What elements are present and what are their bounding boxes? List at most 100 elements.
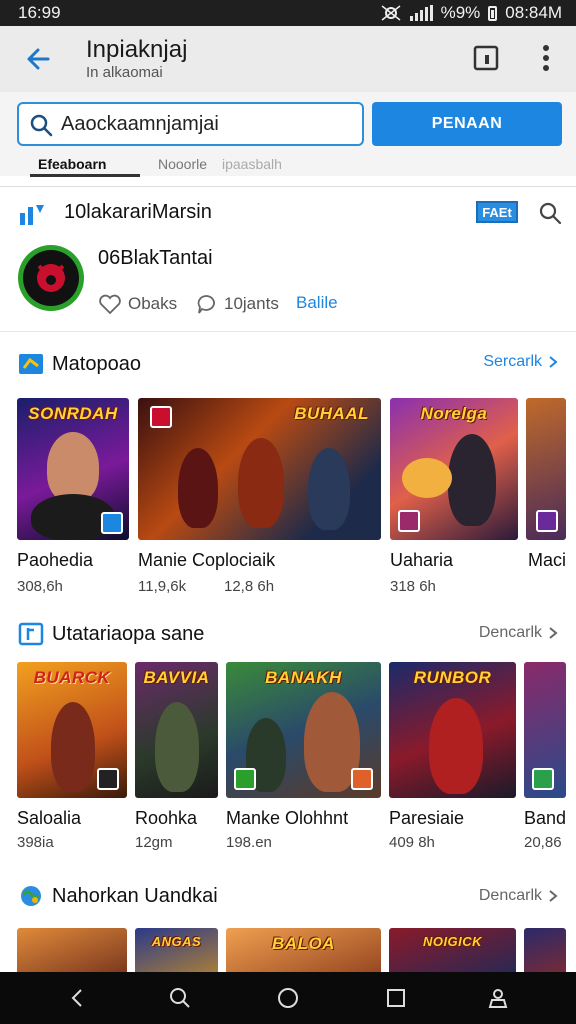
channel-link[interactable]: Balile [296, 293, 338, 313]
game-tile[interactable]: BUHAAL [138, 398, 381, 540]
system-nav-bar [0, 972, 576, 1024]
section-more-label: Sercarlk [483, 353, 542, 370]
tile-meta: 198.en [226, 834, 272, 851]
tab-1[interactable]: Efeaboarn [38, 156, 106, 172]
featured-icon [19, 354, 43, 374]
avatar[interactable] [18, 245, 84, 311]
tile-meta: 409 8h [389, 834, 435, 851]
avatar-logo-icon [37, 264, 65, 292]
comment-label: 10jants [224, 294, 279, 313]
comment-action[interactable]: 10jants [196, 293, 279, 315]
tile-badge [351, 768, 373, 790]
globe-icon [21, 886, 41, 906]
more-vert-icon[interactable] [532, 42, 560, 74]
section-popular: Utatariaopa sane Dencarlk BUARCK BAVVIA … [0, 612, 576, 862]
section-featured: Matopoao Sercarlk SONRDAH BUHAAL Norelga… [0, 338, 576, 604]
game-tile[interactable] [524, 662, 566, 798]
tile-banner: BAVVIA [143, 668, 210, 687]
section-title: Utatariaopa sane [52, 623, 205, 645]
tab-row: Efeaboarn Nooorle ipaasbalh [0, 152, 576, 177]
like-label: Obaks [128, 294, 178, 313]
cast-window-icon[interactable] [472, 44, 500, 72]
tile-title: Paohedia [17, 550, 94, 570]
channel-icon [20, 205, 44, 225]
channel-name: 10lakarariMarsin [64, 201, 212, 223]
section-more-link[interactable]: Dencarlk [479, 624, 558, 642]
like-action[interactable]: Obaks [98, 293, 177, 315]
game-tile[interactable]: BUARCK [17, 662, 127, 798]
game-tile[interactable] [17, 928, 127, 972]
game-tile[interactable]: BALOA [226, 928, 381, 972]
channel-card: 10lakarariMarsin FAEt 06BlakTantai Obaks… [0, 186, 576, 332]
battery-icon [488, 5, 498, 21]
nav-home-icon[interactable] [276, 986, 300, 1010]
status-bar: 16:99 %9% 08:84M [0, 0, 576, 26]
tile-badge [398, 510, 420, 532]
nav-search-icon[interactable] [168, 986, 192, 1010]
tile-meta: 398ia [17, 834, 54, 851]
tile-title: Roohka [135, 808, 198, 828]
chevron-right-icon [549, 356, 558, 368]
search-input[interactable] [61, 109, 356, 139]
tile-title: Paresiaie [389, 808, 465, 828]
tile-banner: BUHAAL [294, 404, 369, 423]
game-tile[interactable]: Norelga [390, 398, 518, 540]
tile-badge [101, 512, 123, 534]
game-tile[interactable]: BANAKH [226, 662, 381, 798]
search-icon [30, 114, 53, 137]
tile-banner: RUNBOR [413, 668, 492, 687]
tile-banner: ANGAS [151, 934, 202, 949]
page-subtitle: In alkaomai [86, 64, 163, 81]
nav-profile-icon[interactable] [486, 986, 510, 1010]
tile-banner: BALOA [272, 934, 335, 953]
game-tile[interactable]: BAVVIA [135, 662, 218, 798]
section-title: Matopoao [52, 353, 141, 375]
back-arrow-icon[interactable] [22, 42, 56, 76]
section-more-link[interactable]: Dencarlk [479, 887, 558, 905]
user-name: 06BlakTantai [98, 247, 213, 269]
tile-meta: 11,9,6k [138, 578, 187, 595]
tab-2[interactable]: Nooorle [158, 156, 207, 172]
battery-percent: %9% [440, 3, 481, 22]
tile-title: Uaharia [390, 550, 454, 570]
nav-recents-icon[interactable] [384, 986, 408, 1010]
heart-icon [99, 294, 121, 315]
settings-status-icon [381, 5, 401, 21]
game-tile[interactable]: ANGAS [135, 928, 218, 972]
tile-badge [150, 406, 172, 428]
game-tile[interactable]: NOIGICK [389, 928, 516, 972]
tile-badge [97, 768, 119, 790]
tile-title: Maci [528, 550, 567, 570]
section-recommended: Nahorkan Uandkai Dencarlk ANGAS BALOA NO… [0, 870, 576, 972]
status-time: 16:99 [18, 3, 61, 22]
search-button[interactable]: PENAAN [372, 102, 562, 146]
game-tile[interactable] [526, 398, 566, 540]
tile-badge [234, 768, 256, 790]
page-title: Inpiaknjaj [86, 36, 188, 63]
channel-badge[interactable]: FAEt [476, 201, 518, 223]
status-clock: 08:84M [505, 3, 562, 22]
tile-title: Manke Olohhnt [226, 808, 349, 828]
tab-3[interactable]: ipaasbalh [222, 156, 282, 172]
chevron-right-icon [549, 890, 558, 902]
tile-meta: 20,86 [524, 834, 562, 851]
tile-meta: 308,6h [17, 578, 63, 595]
tile-badge [536, 510, 558, 532]
tile-badge [532, 768, 554, 790]
section-more-link[interactable]: Sercarlk [483, 353, 558, 371]
tile-title: Band [524, 808, 567, 828]
search-box[interactable] [17, 102, 364, 146]
section-more-label: Dencarlk [478, 887, 542, 904]
tile-banner: Norelga [420, 404, 488, 423]
chevron-right-icon [549, 627, 558, 639]
channel-search-icon[interactable] [538, 201, 562, 225]
game-tile[interactable]: RUNBOR [389, 662, 516, 798]
game-tile[interactable]: SONRDAH [17, 398, 129, 540]
section-title: Nahorkan Uandkai [52, 885, 218, 907]
app-bar: Inpiaknjaj In alkaomai [0, 26, 576, 92]
channel-link-label: Balile [296, 293, 338, 312]
tile-title: Saloalia [17, 808, 82, 828]
tile-meta: 318 6h [390, 578, 436, 595]
game-tile[interactable] [524, 928, 566, 972]
nav-back-icon[interactable] [66, 986, 90, 1010]
